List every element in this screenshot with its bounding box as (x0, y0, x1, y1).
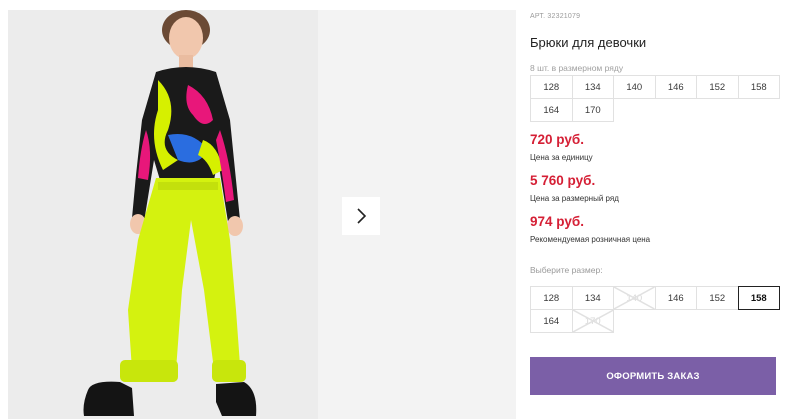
place-order-button[interactable]: ОФОРМИТЬ ЗАКАЗ (530, 357, 776, 395)
product-photo (8, 10, 318, 419)
unavailable-cross-icon (573, 310, 614, 332)
unit-price-caption: Цена за единицу (530, 153, 593, 162)
size-option-label: 158 (750, 292, 767, 304)
size-option-140: 140 (613, 286, 656, 310)
size-option-158[interactable]: 158 (737, 286, 780, 310)
size-option-164[interactable]: 164 (530, 309, 573, 333)
retail-price-caption: Рекомендуемая розничная цена (530, 235, 651, 244)
size-option-152[interactable]: 152 (696, 286, 739, 310)
chevron-right-icon (357, 208, 367, 224)
product-sku: АРТ. 32321079 (530, 13, 581, 20)
size-range-cell: 158 (737, 75, 780, 99)
range-price-caption: Цена за размерный ряд (530, 194, 619, 203)
size-option-label: 146 (667, 292, 684, 304)
product-gallery (8, 10, 516, 419)
size-range-cell: 134 (571, 75, 614, 99)
size-range-cell: 128 (530, 75, 573, 99)
product-page: АРТ. 32321079 Брюки для девочки 8 шт. в … (0, 0, 800, 419)
size-range-cell: 164 (530, 98, 573, 122)
size-range-cell: 146 (654, 75, 697, 99)
size-range-caption: 8 шт. в размерном ряду (530, 63, 624, 73)
unit-price: 720 руб. (530, 132, 584, 147)
retail-price: 974 руб. (530, 214, 584, 229)
next-image-button[interactable] (342, 197, 380, 235)
size-option-label: 134 (584, 292, 601, 304)
product-title: Брюки для девочки (530, 35, 647, 50)
size-option-label: 152 (709, 292, 726, 304)
unavailable-cross-icon (614, 287, 655, 309)
size-option-134[interactable]: 134 (571, 286, 614, 310)
size-range-cell: 170 (571, 98, 614, 122)
size-select-grid: 128 134 140 146 152 158 164 170 (530, 286, 780, 333)
size-option-170: 170 (571, 309, 614, 333)
range-price: 5 760 руб. (530, 173, 596, 188)
size-range-cell: 152 (696, 75, 739, 99)
size-option-146[interactable]: 146 (654, 286, 697, 310)
size-select-caption: Выберите размер: (530, 265, 603, 275)
size-range-cell: 140 (613, 75, 656, 99)
size-option-label: 128 (543, 292, 560, 304)
product-photo-pane (8, 10, 318, 419)
size-range-grid: 128 134 140 146 152 158 164 170 (530, 75, 780, 122)
size-option-128[interactable]: 128 (530, 286, 573, 310)
size-option-label: 164 (543, 315, 560, 327)
